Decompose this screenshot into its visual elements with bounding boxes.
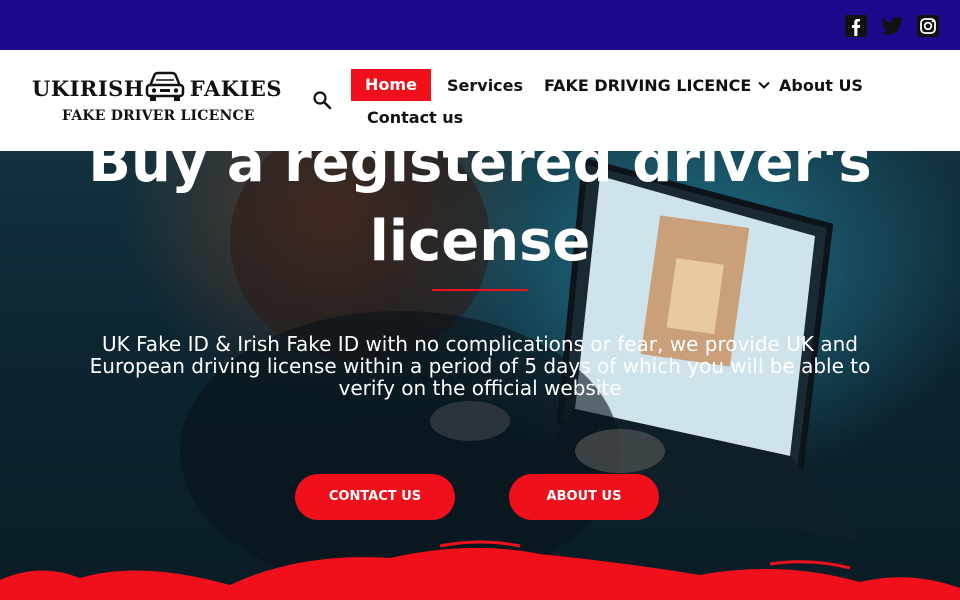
- hero-title-line2: license: [369, 209, 591, 274]
- nav-services[interactable]: Services: [447, 76, 523, 95]
- title-divider: [432, 289, 528, 291]
- hero-description: UK Fake ID & Irish Fake ID with no compl…: [89, 332, 871, 400]
- nav-fake-driving-licence-label: FAKE DRIVING LICENCE: [544, 76, 752, 95]
- chevron-down-icon: [758, 81, 770, 89]
- nav-home[interactable]: Home: [351, 69, 431, 101]
- logo-right-text: FAKIES: [189, 76, 282, 101]
- site-logo[interactable]: UKIRISH FAKIES FAKE DRIVER LICENCE: [32, 70, 282, 130]
- top-bar: [0, 0, 960, 50]
- hero-title-line1: Buy a registered driver's: [88, 130, 872, 195]
- nav-fake-driving-licence[interactable]: FAKE DRIVING LICENCE: [544, 76, 771, 95]
- facebook-icon[interactable]: [844, 14, 868, 38]
- about-us-button[interactable]: ABOUT US: [509, 474, 659, 520]
- car-icon: [145, 71, 185, 101]
- contact-us-button[interactable]: CONTACT US: [295, 474, 455, 520]
- red-splash-decoration: [0, 540, 960, 600]
- twitter-icon[interactable]: [880, 14, 904, 38]
- logo-subtitle: FAKE DRIVER LICENCE: [62, 108, 255, 124]
- logo-left-text: UKIRISH: [32, 76, 145, 101]
- search-icon[interactable]: [312, 90, 332, 110]
- nav-about[interactable]: About US: [779, 76, 863, 95]
- instagram-icon[interactable]: [916, 14, 940, 38]
